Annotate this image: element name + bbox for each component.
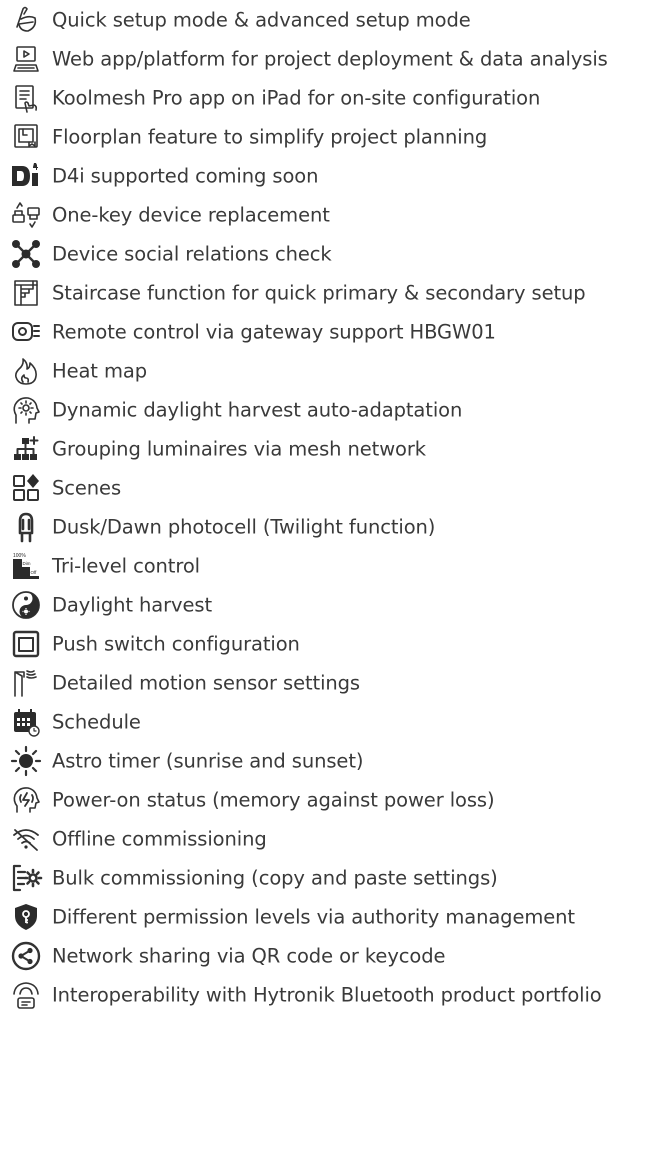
power-on-icon (10, 784, 42, 816)
feature-label: Offline commissioning (52, 827, 267, 851)
feature-item: Heat map (0, 351, 649, 391)
feature-item: Bulk commissioning (copy and paste setti… (0, 858, 649, 898)
feature-item: Device social relations check (0, 234, 649, 274)
feature-label: Different permission levels via authorit… (52, 905, 575, 929)
staircase-icon (10, 277, 42, 309)
feature-item: Web app/platform for project deployment … (0, 39, 649, 79)
feature-item: 100% Dim Off Tri-level control (0, 546, 649, 586)
push-switch-icon (10, 628, 42, 660)
heat-map-icon (10, 355, 42, 387)
sun-icon (10, 745, 42, 777)
feature-item: Astro timer (sunrise and sunset) (0, 741, 649, 781)
permission-shield-icon (10, 901, 42, 933)
feature-item: Staircase function for quick primary & s… (0, 273, 649, 313)
feature-label: Daylight harvest (52, 593, 212, 617)
feature-item: Daylight harvest (0, 585, 649, 625)
offline-icon (10, 823, 42, 855)
feature-label: Scenes (52, 476, 122, 500)
bulk-commissioning-icon (10, 862, 43, 894)
feature-label: D4i supported coming soon (52, 164, 319, 188)
feature-label: Push switch configuration (52, 632, 300, 656)
feature-label: One-key device replacement (52, 203, 330, 227)
feature-item: Grouping luminaires via mesh network (0, 429, 649, 469)
feature-label: Remote control via gateway support HBGW0… (52, 320, 496, 344)
web-platform-icon (10, 43, 42, 75)
feature-label: Grouping luminaires via mesh network (52, 437, 426, 461)
daylight-adaptation-icon (10, 394, 42, 426)
grouping-icon (10, 433, 42, 465)
feature-label: Dynamic daylight harvest auto-adaptation (52, 398, 463, 422)
feature-label: Heat map (52, 359, 147, 383)
schedule-icon (10, 706, 42, 738)
feature-label: Dusk/Dawn photocell (Twilight function) (52, 515, 436, 539)
feature-label: Network sharing via QR code or keycode (52, 944, 446, 968)
gateway-icon (10, 316, 42, 348)
device-replacement-icon (10, 199, 42, 231)
feature-item: Remote control via gateway support HBGW0… (0, 312, 649, 352)
feature-label: Detailed motion sensor settings (52, 671, 360, 695)
feature-label: Schedule (52, 710, 141, 734)
social-relations-icon (10, 238, 42, 270)
feature-item: One-key device replacement (0, 195, 649, 235)
tri-level-text-off: Off (31, 570, 38, 575)
feature-list: Quick setup mode & advanced setup mode W… (0, 0, 649, 1173)
feature-label: Device social relations check (52, 242, 332, 266)
feature-item: Push switch configuration (0, 624, 649, 664)
feature-label: Staircase function for quick primary & s… (52, 281, 586, 305)
motion-sensor-icon (10, 667, 42, 699)
feature-item: Detailed motion sensor settings (0, 663, 649, 703)
feature-label: Power-on status (memory against power lo… (52, 788, 495, 812)
feature-label: Web app/platform for project deployment … (52, 47, 608, 71)
feature-label: Tri-level control (52, 554, 200, 578)
feature-item: Interoperability with Hytronik Bluetooth… (0, 975, 649, 1015)
feature-item: Floorplan feature to simplify project pl… (0, 117, 649, 157)
feature-label: Astro timer (sunrise and sunset) (52, 749, 364, 773)
share-icon (10, 940, 42, 972)
floorplan-icon (10, 121, 42, 153)
scenes-icon (10, 472, 42, 504)
feature-item: Dynamic daylight harvest auto-adaptation (0, 390, 649, 430)
setup-mode-icon (10, 4, 42, 36)
feature-label: Bulk commissioning (copy and paste setti… (52, 866, 498, 890)
feature-item: Offline commissioning (0, 819, 649, 859)
feature-item: Dusk/Dawn photocell (Twilight function) (0, 507, 649, 547)
feature-label: Floorplan feature to simplify project pl… (52, 125, 488, 149)
tri-level-text-high: 100% (13, 553, 26, 559)
d4i-icon (10, 160, 42, 192)
feature-item: Quick setup mode & advanced setup mode (0, 0, 649, 40)
tri-level-icon: 100% Dim Off (10, 550, 42, 582)
feature-item: D4i supported coming soon (0, 156, 649, 196)
daylight-harvest-icon (10, 589, 42, 621)
feature-item: Schedule (0, 702, 649, 742)
feature-label: Quick setup mode & advanced setup mode (52, 8, 471, 32)
ipad-app-icon (10, 82, 42, 114)
photocell-icon (10, 511, 42, 543)
feature-item: Network sharing via QR code or keycode (0, 936, 649, 976)
feature-label: Koolmesh Pro app on iPad for on-site con… (52, 86, 541, 110)
tri-level-text-dim: Dim (23, 561, 31, 566)
feature-item: Koolmesh Pro app on iPad for on-site con… (0, 78, 649, 118)
interoperability-icon (10, 979, 42, 1011)
feature-item: Scenes (0, 468, 649, 508)
feature-label: Interoperability with Hytronik Bluetooth… (52, 983, 602, 1007)
feature-item: Power-on status (memory against power lo… (0, 780, 649, 820)
feature-item: Different permission levels via authorit… (0, 897, 649, 937)
